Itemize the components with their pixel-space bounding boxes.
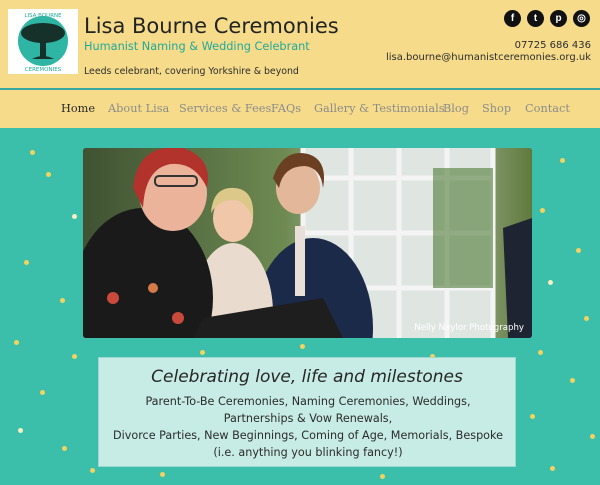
logo-tree-icon: LISA BOURNE CEREMONIES xyxy=(18,13,68,73)
logo[interactable]: LISA BOURNE CEREMONIES xyxy=(8,9,78,74)
nav-blog[interactable]: Blog xyxy=(443,102,469,115)
wedding-photo-image xyxy=(83,148,532,338)
nav-services-fees[interactable]: Services & Fees xyxy=(179,102,271,115)
nav-gallery-testimonials[interactable]: Gallery & Testimonials xyxy=(314,102,445,115)
hero-photo: Nelly Naylor Photography xyxy=(83,148,532,338)
email-address[interactable]: lisa.bourne@humanistceremonies.org.uk xyxy=(386,52,591,63)
social-links: f t p ◎ xyxy=(504,10,590,27)
nav-shop[interactable]: Shop xyxy=(482,102,511,115)
pinterest-icon[interactable]: p xyxy=(550,10,567,27)
intro-line-2: Partnerships & Vow Renewals, xyxy=(223,412,393,425)
twitter-icon[interactable]: t xyxy=(527,10,544,27)
nav-faqs[interactable]: FAQs xyxy=(271,102,301,115)
logo-text-top: LISA BOURNE xyxy=(24,13,62,19)
site-tagline: Humanist Naming & Wedding Celebrant xyxy=(84,40,310,53)
nav-contact[interactable]: Contact xyxy=(525,102,570,115)
site-header: LISA BOURNE CEREMONIES Lisa Bourne Cerem… xyxy=(0,0,600,88)
nav-home[interactable]: Home xyxy=(61,102,95,115)
phone-number[interactable]: 07725 686 436 xyxy=(515,40,591,51)
intro-line-3: Divorce Parties, New Beginnings, Coming … xyxy=(113,429,503,442)
site-title[interactable]: Lisa Bourne Ceremonies xyxy=(84,13,339,39)
intro-line-1: Parent-To-Be Ceremonies, Naming Ceremoni… xyxy=(145,395,471,408)
main-nav: Home About Lisa Services & Fees FAQs Gal… xyxy=(0,90,600,128)
photo-credit: Nelly Naylor Photography xyxy=(414,323,524,333)
site-subline: Leeds celebrant, covering Yorkshire & be… xyxy=(84,66,299,77)
instagram-icon[interactable]: ◎ xyxy=(573,10,590,27)
logo-text-bottom: CEREMONIES xyxy=(25,67,62,73)
facebook-icon[interactable]: f xyxy=(504,10,521,27)
intro-line-4: (i.e. anything you blinking fancy!) xyxy=(213,446,403,459)
intro-box: Celebrating love, life and milestones Pa… xyxy=(98,357,516,467)
intro-title: Celebrating love, life and milestones xyxy=(151,367,463,387)
nav-about-lisa[interactable]: About Lisa xyxy=(108,102,169,115)
